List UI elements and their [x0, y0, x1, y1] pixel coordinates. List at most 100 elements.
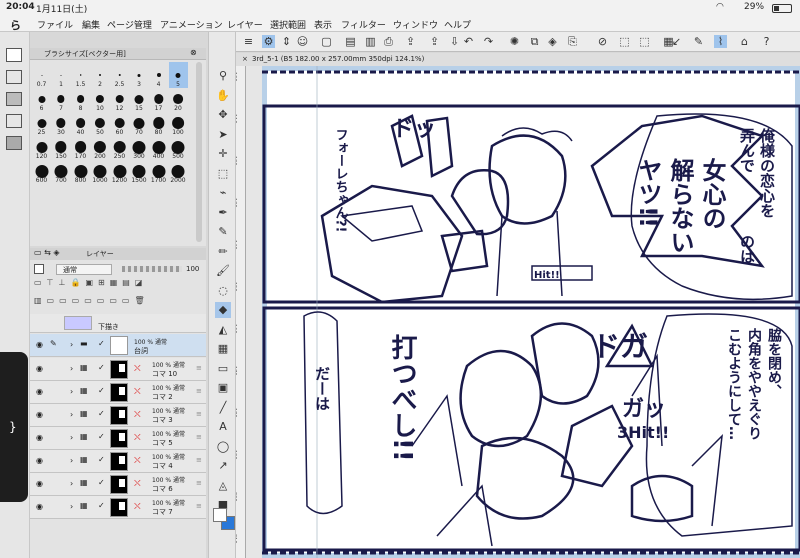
user-icon[interactable]: ☺ — [296, 35, 309, 48]
brush-size-option[interactable]: 30 — [52, 110, 71, 136]
brush-size-option[interactable]: 1700 — [149, 158, 168, 184]
history-icon[interactable] — [6, 136, 22, 150]
drag-handle-icon[interactable]: ≡ — [196, 410, 202, 418]
menu-filter[interactable]: フィルター — [341, 18, 386, 31]
layer-tools-row2[interactable]: ▥▭▭▭▭▭▭▭🗑 — [34, 296, 204, 310]
new-icon[interactable]: ▢ — [320, 35, 333, 48]
brush-size-option[interactable]: 8 — [71, 86, 90, 112]
menu-file[interactable]: ファイル — [37, 18, 73, 31]
drag-handle-icon[interactable]: ≡ — [196, 433, 202, 441]
drag-handle-icon[interactable]: ≡ — [196, 502, 202, 510]
move-layer-icon[interactable]: ✛ — [215, 146, 231, 162]
brush-size-option[interactable]: 1.5 — [71, 62, 90, 88]
gradient-icon[interactable]: ▦ — [215, 341, 231, 357]
fill-icon[interactable]: ◈ — [546, 35, 559, 48]
save-icon[interactable]: ▥ — [364, 35, 377, 48]
close-icon[interactable]: ⊗ — [190, 48, 197, 57]
airbrush-icon[interactable]: ◌ — [215, 283, 231, 299]
import-icon[interactable]: ⇩ — [448, 35, 461, 48]
menu-icon[interactable]: ≡ — [242, 35, 255, 48]
eye-icon[interactable]: ◉ — [36, 456, 43, 465]
menu-edit[interactable]: 編集 — [82, 18, 100, 31]
select-all-icon[interactable]: ⬚ — [618, 35, 631, 48]
frame-icon[interactable]: ▣ — [215, 380, 231, 396]
drag-handle-icon[interactable]: ≡ — [196, 456, 202, 464]
layer-row[interactable]: ◉ › ▦ ✓ ⛌ 100 % 通常 コマ 4 ≡ — [30, 450, 206, 473]
ruler-icon[interactable]: ╱ — [215, 400, 231, 416]
layer-property-icon[interactable] — [6, 48, 22, 62]
deselect-icon[interactable]: ⬚ — [638, 35, 651, 48]
canvas-area[interactable]: 100 110 120 130 140 150 160 170 180 190 200 210 — [236, 66, 800, 558]
brush-size-option[interactable]: 20 — [169, 86, 188, 112]
sub-tool-icon[interactable] — [6, 70, 22, 84]
brush-size-option[interactable]: 10 — [91, 86, 110, 112]
open-icon[interactable]: ▤ — [344, 35, 357, 48]
chevron-right-icon[interactable]: › — [70, 456, 73, 465]
correct-line-icon[interactable]: ↗ — [215, 458, 231, 474]
select-icon[interactable]: ⬚ — [215, 166, 231, 182]
brush-icon[interactable]: ⌇ — [714, 35, 727, 48]
brush-size-option[interactable]: 500 — [169, 134, 188, 160]
export-icon[interactable]: ⇪ — [404, 35, 417, 48]
chevron-right-icon[interactable]: › — [70, 340, 73, 349]
brush-size-option[interactable]: 6 — [32, 86, 51, 112]
main-color-swatch[interactable] — [213, 508, 227, 522]
brush-size-option[interactable]: 4 — [149, 62, 168, 88]
brush-size-option[interactable]: 25 — [32, 110, 51, 136]
brush-size-option[interactable]: 250 — [110, 134, 129, 160]
layer-folder-row[interactable]: ◉ ✎ › ▬ ✓ 100 % 通常 台詞 — [30, 334, 206, 357]
brush-size-option[interactable]: 200 — [91, 134, 110, 160]
menu-page[interactable]: ページ管理 — [107, 18, 152, 31]
text-icon[interactable]: A — [215, 419, 231, 435]
layer-row[interactable]: ◉ › ▦ ✓ ⛌ 100 % 通常 コマ 5 ≡ — [30, 427, 206, 450]
settings-icon[interactable]: ⚙ — [262, 35, 275, 48]
brush-size-option[interactable]: 15 — [130, 86, 149, 112]
brush-size-option[interactable]: 400 — [149, 134, 168, 160]
chevron-right-icon[interactable]: › — [70, 479, 73, 488]
loading-icon[interactable]: ✺ — [508, 35, 521, 48]
lasso-icon[interactable]: ⌁ — [215, 185, 231, 201]
brush-size-option[interactable]: 1200 — [110, 158, 129, 184]
drag-handle-icon[interactable]: ≡ — [196, 479, 202, 487]
brush-size-option[interactable]: 3 — [130, 62, 149, 88]
operation-icon[interactable]: ➤ — [215, 127, 231, 143]
eye-icon[interactable]: ◉ — [36, 502, 43, 511]
edge-pull-tab[interactable]: } — [0, 352, 28, 502]
blend-icon[interactable]: ◬ — [215, 478, 231, 494]
menu-layer[interactable]: レイヤー — [227, 18, 263, 31]
clear-icon[interactable]: ⊘ — [596, 35, 609, 48]
hat-icon[interactable]: ⌂ — [738, 35, 751, 48]
brush-size-option[interactable]: 2.5 — [110, 62, 129, 88]
copy-icon[interactable]: ⧉ — [528, 35, 541, 48]
spinner-icon[interactable]: ⇕ — [280, 35, 293, 48]
brush-size-option[interactable]: 2000 — [169, 158, 188, 184]
brush-size-option[interactable]: 17 — [149, 86, 168, 112]
eye-icon[interactable]: ◉ — [36, 433, 43, 442]
brush-size-option[interactable]: 150 — [52, 134, 71, 160]
redo-icon[interactable]: ↷ — [482, 35, 495, 48]
move-icon[interactable]: ✥ — [215, 107, 231, 123]
brush-size-option[interactable]: 40 — [71, 110, 90, 136]
menu-view[interactable]: 表示 — [314, 18, 332, 31]
navigator-icon[interactable] — [6, 92, 22, 106]
brush-size-option[interactable]: 120 — [32, 134, 51, 160]
layer-row[interactable]: ◉ › ▦ ✓ ⛌ 100 % 通常 コマ 7 ≡ — [30, 496, 206, 519]
figure-icon[interactable]: ▭ — [215, 361, 231, 377]
brush-icon[interactable]: 🖌 — [215, 263, 231, 279]
material-icon[interactable] — [6, 114, 22, 128]
close-tab-icon[interactable]: × — [242, 55, 248, 63]
eyedropper-icon[interactable]: ✒ — [215, 205, 231, 221]
brush-size-option[interactable]: 300 — [130, 134, 149, 160]
layer-row[interactable]: ◉ › ▦ ✓ ⛌ 100 % 通常 コマ 2 ≡ — [30, 381, 206, 404]
brush-size-option[interactable]: 600 — [32, 158, 51, 184]
layer-row[interactable]: ◉ › ▦ ✓ ⛌ 100 % 通常 コマ 6 ≡ — [30, 473, 206, 496]
chevron-right-icon[interactable]: › — [70, 387, 73, 396]
layer-row[interactable]: ◉ › ▦ ✓ ⛌ 100 % 通常 コマ 3 ≡ — [30, 404, 206, 427]
drag-handle-icon[interactable]: ≡ — [196, 364, 202, 372]
pen-icon[interactable]: ✎ — [692, 35, 705, 48]
pen-icon[interactable]: ✎ — [215, 224, 231, 240]
layer-row-partial[interactable]: 下描き — [30, 314, 206, 333]
brush-size-option[interactable]: 60 — [110, 110, 129, 136]
manga-page[interactable]: 俺様の恋心を 弄んで のは 女心の 解らない ヤツ!! フォーレちゃん?! 脇を… — [262, 66, 800, 558]
menu-selection[interactable]: 選択範囲 — [270, 18, 306, 31]
